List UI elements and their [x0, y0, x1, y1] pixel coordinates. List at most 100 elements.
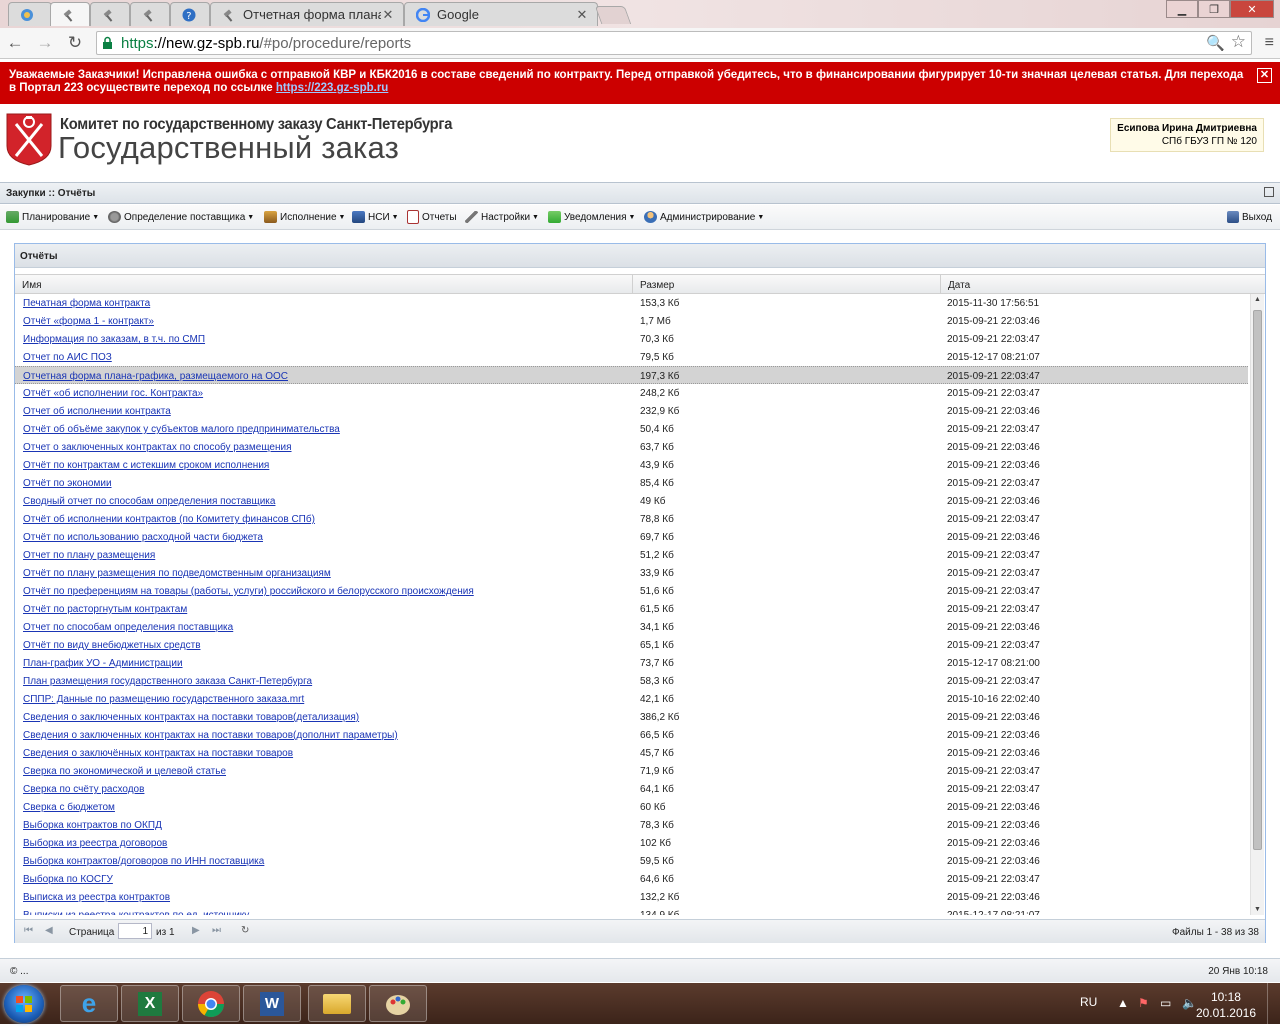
- prev-page-icon[interactable]: ◀: [45, 925, 53, 936]
- table-row[interactable]: Отчет по способам определения поставщика…: [15, 618, 1248, 636]
- report-link[interactable]: Сверка по счёту расходов: [23, 784, 144, 795]
- menu-planning[interactable]: Планирование ▼: [6, 210, 99, 224]
- report-link[interactable]: Отчетная форма плана-графика, размещаемо…: [23, 371, 288, 382]
- menu-administration[interactable]: Администрирование ▼: [644, 210, 764, 224]
- report-link[interactable]: План-график УО - Администрации: [23, 658, 183, 669]
- notice-close-icon[interactable]: ✕: [1257, 68, 1272, 83]
- scroll-thumb[interactable]: [1253, 310, 1262, 850]
- show-desktop-button[interactable]: [1267, 983, 1280, 1024]
- portal-223-link[interactable]: https://223.gz-spb.ru: [276, 82, 388, 94]
- report-link[interactable]: Отчет о заключенных контрактах по способ…: [23, 442, 292, 453]
- table-row[interactable]: Отчет об исполнении контракта 232,9 Кб 201…: [15, 402, 1248, 420]
- menu-notifications[interactable]: Уведомления ▼: [548, 210, 635, 224]
- report-link[interactable]: Информация по заказам, в т.ч. по СМП: [23, 334, 205, 345]
- browser-tab-5[interactable]: ?: [170, 2, 210, 26]
- table-row[interactable]: Отчёт по преференциям на товары (работы,…: [15, 582, 1248, 600]
- reload-icon[interactable]: ↻: [64, 33, 86, 53]
- table-row[interactable]: Отчет о заключенных контрактах по способ…: [15, 438, 1248, 456]
- report-link[interactable]: Выборка контрактов/договоров по ИНН пост…: [23, 856, 264, 867]
- zoom-icon[interactable]: 🔍: [1206, 34, 1225, 52]
- network-icon[interactable]: ▭: [1160, 996, 1171, 1010]
- scroll-up-icon[interactable]: ▲: [1254, 296, 1261, 303]
- menu-supplier-selection[interactable]: Определение поставщика ▼: [108, 210, 254, 224]
- table-row[interactable]: Сверка по счёту расходов 64,1 Кб 2015-09-2…: [15, 780, 1248, 798]
- taskbar-chrome[interactable]: [182, 985, 240, 1022]
- menu-settings[interactable]: Настройки ▼: [465, 210, 539, 224]
- report-link[interactable]: Выборка по КОСГУ: [23, 874, 113, 885]
- table-row[interactable]: Отчёт по экономии 85,4 Кб 2015-09-21 22:03…: [15, 474, 1248, 492]
- menu-reports[interactable]: Отчеты: [407, 210, 457, 224]
- new-tab-button[interactable]: [594, 6, 632, 24]
- table-row[interactable]: Отчёт об исполнении контрактов (по Комит…: [15, 510, 1248, 528]
- table-row[interactable]: Выборка по КОСГУ 64,6 Кб 2015-09-21 22:03:…: [15, 870, 1248, 888]
- report-link[interactable]: Отчёт об объёме закупок у субъектов мало…: [23, 424, 340, 435]
- table-row[interactable]: СППР: Данные по размещению государственн…: [15, 690, 1248, 708]
- report-link[interactable]: Отчёт об исполнении контрактов (по Комит…: [23, 514, 315, 525]
- table-row[interactable]: Выборка из реестра договоров 102 Кб 2015-0…: [15, 834, 1248, 852]
- taskbar-explorer[interactable]: [308, 985, 366, 1022]
- report-link[interactable]: Отчет по способам определения поставщика: [23, 622, 233, 633]
- report-link[interactable]: Сведения о заключенных контрактах на пос…: [23, 730, 398, 741]
- minimize-icon[interactable]: ▁: [1166, 0, 1198, 18]
- table-row[interactable]: План-график УО - Администрации 73,7 Кб 201…: [15, 654, 1248, 672]
- forward-icon[interactable]: →: [34, 33, 56, 53]
- table-row[interactable]: План размещения государственного заказа …: [15, 672, 1248, 690]
- grid-scrollbar[interactable]: ▲ ▼: [1250, 294, 1264, 915]
- last-page-icon[interactable]: ⏭: [212, 925, 221, 936]
- maximize-icon[interactable]: ❐: [1198, 0, 1230, 18]
- column-header-date[interactable]: Дата: [941, 275, 1265, 294]
- report-link[interactable]: Отчёт по экономии: [23, 478, 112, 489]
- refresh-icon[interactable]: ↻: [241, 925, 249, 936]
- table-row[interactable]: Выписка из реестра контрактов 132,2 Кб 201…: [15, 888, 1248, 906]
- next-page-icon[interactable]: ▶: [192, 925, 200, 936]
- taskbar-excel[interactable]: X: [121, 985, 179, 1022]
- report-link[interactable]: Отчёт «форма 1 - контракт»: [23, 316, 154, 327]
- logout-button[interactable]: Выход: [1227, 210, 1272, 224]
- browser-tab-3[interactable]: [90, 2, 130, 26]
- browser-tab-2[interactable]: [50, 2, 90, 26]
- action-center-icon[interactable]: ⚑: [1138, 996, 1149, 1010]
- table-row[interactable]: Отчёт «форма 1 - контракт» 1,7 Мб 2015-09-…: [15, 312, 1248, 330]
- window-close-icon[interactable]: ✕: [1230, 0, 1274, 18]
- report-link[interactable]: Сверка по экономической и целевой статье: [23, 766, 226, 777]
- table-row[interactable]: Сведения о заключенных контрактах на пос…: [15, 708, 1248, 726]
- table-row[interactable]: Сверка по экономической и целевой статье…: [15, 762, 1248, 780]
- browser-menu-icon[interactable]: ≡: [1265, 34, 1274, 52]
- taskbar-clock[interactable]: 10:18 20.01.2016: [1196, 989, 1256, 1021]
- menu-execution[interactable]: Исполнение ▼: [264, 210, 345, 224]
- table-row[interactable]: Сведения о заключённых контрактах на пос…: [15, 744, 1248, 762]
- table-row[interactable]: Отчёт по виду внебюджетных средств 65,1 К…: [15, 636, 1248, 654]
- show-hidden-icons-icon[interactable]: ▲: [1117, 996, 1129, 1010]
- report-link[interactable]: Отчет по АИС ПОЗ: [23, 352, 112, 363]
- taskbar-ie[interactable]: e: [60, 985, 118, 1022]
- report-link[interactable]: Отчёт по использованию расходной части б…: [23, 532, 263, 543]
- language-indicator[interactable]: RU: [1080, 995, 1097, 1009]
- taskbar-word[interactable]: W: [243, 985, 301, 1022]
- table-row[interactable]: Выписки из реестра контрактов по ед. ист…: [15, 906, 1248, 915]
- table-row[interactable]: Отчетная форма плана-графика, размещаемо…: [15, 366, 1248, 384]
- bookmark-star-icon[interactable]: ☆: [1231, 32, 1246, 52]
- table-row[interactable]: Отчёт по контрактам с истекшим сроком ис…: [15, 456, 1248, 474]
- report-link[interactable]: Отчёт «об исполнении гос. Контракта»: [23, 388, 203, 399]
- report-link[interactable]: Отчёт по плану размещения по подведомств…: [23, 568, 331, 579]
- close-icon[interactable]: ✕: [381, 7, 395, 23]
- scroll-down-icon[interactable]: ▼: [1254, 906, 1261, 913]
- browser-tab-1[interactable]: [8, 2, 52, 26]
- table-row[interactable]: Сверка с бюджетом 60 Кб 2015-09-21 22:03:4…: [15, 798, 1248, 816]
- browser-tab-6[interactable]: Отчетная форма плана-гр ✕: [210, 2, 404, 26]
- report-link[interactable]: Сверка с бюджетом: [23, 802, 115, 813]
- report-link[interactable]: Отчёт по расторгнутым контрактам: [23, 604, 187, 615]
- table-row[interactable]: Печатная форма контракта 153,3 Кб 2015-11-…: [15, 294, 1248, 312]
- report-link[interactable]: Выборка контрактов по ОКПД: [23, 820, 162, 831]
- table-row[interactable]: Отчёт об объёме закупок у субъектов мало…: [15, 420, 1248, 438]
- column-header-size[interactable]: Размер: [633, 275, 941, 294]
- table-row[interactable]: Выборка контрактов по ОКПД 78,3 Кб 2015-09…: [15, 816, 1248, 834]
- start-button[interactable]: [4, 985, 44, 1023]
- report-link[interactable]: Отчет по плану размещения: [23, 550, 155, 561]
- taskbar-paint[interactable]: [369, 985, 427, 1022]
- report-link[interactable]: Сводный отчет по способам определения по…: [23, 496, 275, 507]
- browser-tab-7[interactable]: Google ✕: [404, 2, 598, 26]
- table-row[interactable]: Отчёт по плану размещения по подведомств…: [15, 564, 1248, 582]
- table-row[interactable]: Отчёт по использованию расходной части б…: [15, 528, 1248, 546]
- table-row[interactable]: Информация по заказам, в т.ч. по СМП 70,3…: [15, 330, 1248, 348]
